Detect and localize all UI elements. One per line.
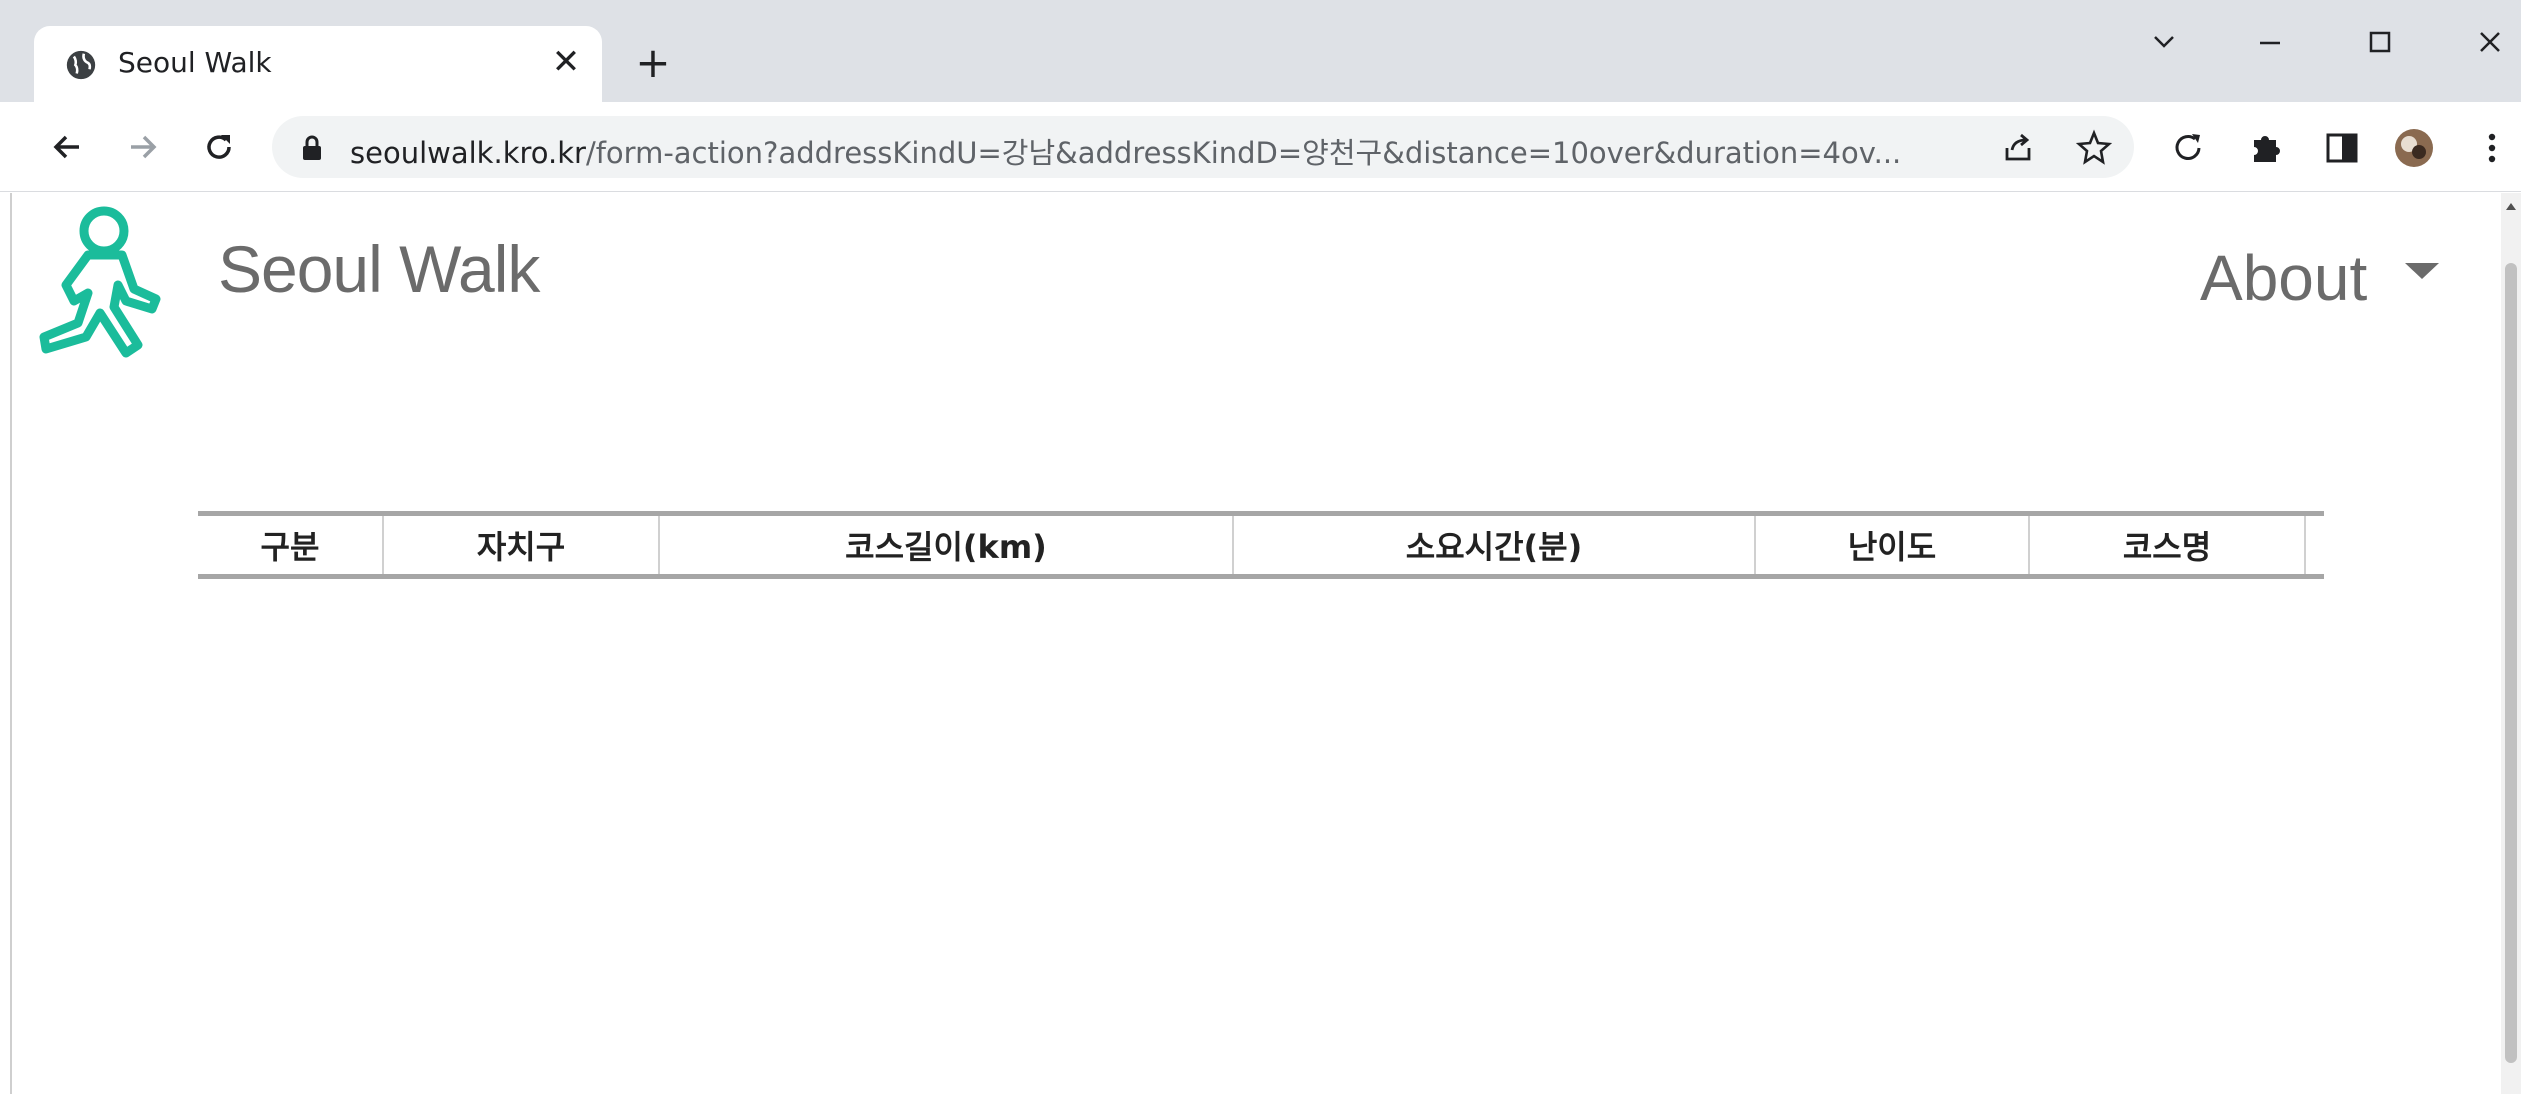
forward-button[interactable] [118,122,168,172]
lock-icon[interactable] [300,134,324,162]
about-nav-link[interactable]: About [2200,241,2367,315]
close-window-button[interactable] [2460,14,2520,70]
reload-button[interactable] [194,122,244,172]
new-tab-button[interactable]: + [628,38,678,88]
menu-kebab-icon[interactable] [2470,126,2514,170]
side-panel-icon[interactable] [2320,126,2364,170]
site-brand-title[interactable]: Seoul Walk [218,231,540,307]
course-table: 구분 자치구 코스길이(km) 소요시간(분) 난이도 코스명 [198,511,2324,579]
browser-toolbar: seoulwalk.kro.kr/form-action?addressKind… [0,102,2521,192]
column-header-category: 구분 [198,516,384,574]
column-header-course-name: 코스명 [2030,516,2306,574]
window-left-edge [0,193,12,1094]
tab-close-icon[interactable]: ✕ [544,40,588,84]
url-path: /form-action?addressKindU=강남&addressKind… [585,136,1902,170]
scroll-up-arrow-icon[interactable] [2506,203,2516,210]
walking-person-icon[interactable] [30,203,170,363]
page-viewport: Seoul Walk About 구분 자치구 코스길이(km) 소요시간(분)… [0,193,2521,1094]
extension-refresh-icon[interactable] [2166,126,2210,170]
column-header-difficulty: 난이도 [1756,516,2030,574]
column-header-district: 자치구 [384,516,660,574]
back-button[interactable] [42,122,92,172]
bookmark-star-icon[interactable] [2074,128,2114,168]
minimize-button[interactable] [2240,14,2300,70]
browser-tab[interactable]: Seoul Walk ✕ [34,26,602,108]
browser-tabstrip: Seoul Walk ✕ + [0,0,2521,108]
tab-title: Seoul Walk [118,46,272,79]
profile-avatar[interactable] [2392,126,2436,170]
extensions-puzzle-icon[interactable] [2244,126,2288,170]
share-icon[interactable] [1998,128,2038,168]
scrollbar-thumb[interactable] [2505,263,2517,1063]
tab-search-icon[interactable] [2134,14,2194,70]
maximize-button[interactable] [2350,14,2410,70]
address-bar[interactable]: seoulwalk.kro.kr/form-action?addressKind… [272,116,2134,178]
caret-down-icon[interactable] [2405,263,2439,279]
url-host: seoulwalk.kro.kr [350,136,586,170]
column-header-course-length: 코스길이(km) [660,516,1234,574]
url-text[interactable]: seoulwalk.kro.kr/form-action?addressKind… [350,130,1920,172]
globe-icon [66,50,96,80]
column-header-duration: 소요시간(분) [1234,516,1756,574]
vertical-scrollbar[interactable] [2501,193,2521,1094]
